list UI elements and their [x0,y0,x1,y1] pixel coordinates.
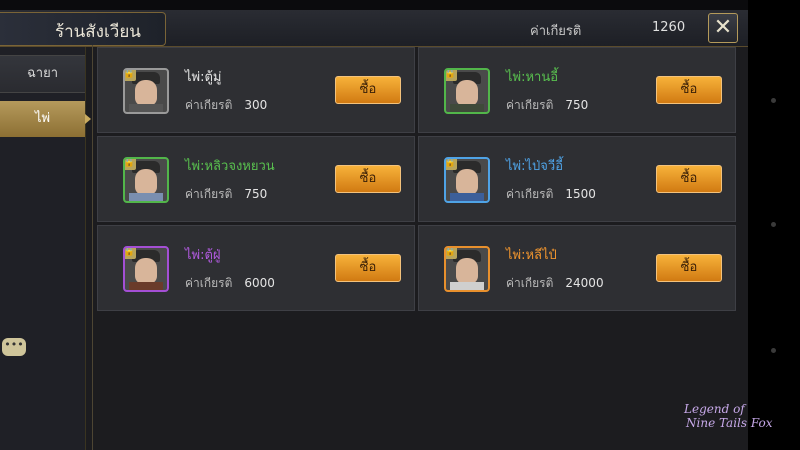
logo-line1: Legend of [684,402,745,416]
card-price-label: ค่าเกียรติ [506,187,554,201]
portrait-face [135,80,157,106]
game-logo: Legend of Nine Tails Fox [684,398,796,438]
portrait-robe [450,282,484,290]
shop-item-card: 🔒 ไพ่:หานอี้ ค่าเกียรติ 750 ซื้อ [418,47,736,133]
portrait-robe [129,282,163,290]
card-name: ไพ่:ไป่จวีอี้ [506,159,564,174]
tab-title[interactable]: ฉายา [0,55,85,93]
tab-cards-label: ไพ่ [34,111,51,126]
shop-item-card: 🔒 ไพ่:หลิวจงหยวน ค่าเกียรติ 750 ซื้อ [97,136,415,222]
card-portrait[interactable]: 🔒 [444,246,490,292]
shop-item-card: 🔒 ไพ่:ตู้ฝู่ ค่าเกียรติ 6000 ซื้อ [97,225,415,311]
card-price-row: ค่าเกียรติ 6000 [185,274,275,293]
tab-title-label: ฉายา [26,66,59,81]
portrait-face [456,80,478,106]
card-portrait[interactable]: 🔒 [123,246,169,292]
portrait-robe [129,104,163,112]
portrait-face [135,258,157,284]
portrait-face [135,169,157,195]
close-button[interactable]: ✕ [708,13,738,43]
card-name: ไพ่:หลีไป๋ [506,248,557,263]
tab-cards[interactable]: ไพ่ [0,101,91,137]
card-price: 750 [244,187,268,201]
portrait-face [456,258,478,284]
card-name: ไพ่:หานอี้ [506,70,559,85]
card-price-row: ค่าเกียรติ 24000 [506,274,604,293]
card-price-label: ค่าเกียรติ [185,187,233,201]
card-price: 6000 [244,276,275,290]
lock-icon: 🔒 [123,69,136,81]
buy-button[interactable]: ซื้อ [335,76,401,104]
card-price: 300 [244,98,268,112]
card-price-row: ค่าเกียรติ 750 [506,96,588,115]
card-price: 750 [565,98,589,112]
sidebar: ฉายา ไพ่ [0,47,91,450]
card-price-label: ค่าเกียรติ [506,276,554,290]
buy-button[interactable]: ซื้อ [656,165,722,193]
lock-icon: 🔒 [444,69,457,81]
nav-dot [771,348,776,353]
lock-icon: 🔒 [123,158,136,170]
card-price-label: ค่าเกียรติ [506,98,554,112]
card-portrait[interactable]: 🔒 [444,68,490,114]
card-name: ไพ่:ตู้ฝู่ [185,248,221,263]
chat-icon[interactable]: ••• [2,338,26,356]
prestige-value: 1260 [652,20,686,35]
buy-button[interactable]: ซื้อ [335,165,401,193]
portrait-robe [450,104,484,112]
game-screen: ร้านสังเวียน ค่าเกียรติ 1260 ✕ ฉายา ไพ่ … [0,0,748,450]
card-price-row: ค่าเกียรติ 300 [185,96,267,115]
card-price: 24000 [565,276,604,290]
card-portrait[interactable]: 🔒 [123,68,169,114]
nav-dot [771,222,776,227]
lock-icon: 🔒 [444,247,457,259]
card-price-row: ค่าเกียรติ 750 [185,185,267,204]
portrait-robe [450,193,484,201]
card-price-label: ค่าเกียรติ [185,98,233,112]
prestige-label: ค่าเกียรติ [530,24,582,39]
lock-icon: 🔒 [123,247,136,259]
buy-button[interactable]: ซื้อ [335,254,401,282]
card-name: ไพ่:ตู้มู่ [185,70,222,85]
shop-item-card: 🔒 ไพ่:หลีไป๋ ค่าเกียรติ 24000 ซื้อ [418,225,736,311]
portrait-robe [129,193,163,201]
buy-button[interactable]: ซื้อ [656,76,722,104]
card-name: ไพ่:หลิวจงหยวน [185,159,275,174]
close-icon: ✕ [713,15,733,40]
top-bar [0,0,748,10]
card-portrait[interactable]: 🔒 [444,157,490,203]
shop-title: ร้านสังเวียน [55,22,141,42]
buy-button[interactable]: ซื้อ [656,254,722,282]
card-price-label: ค่าเกียรติ [185,276,233,290]
card-price: 1500 [565,187,596,201]
nav-dot [771,98,776,103]
shop-item-card: 🔒 ไพ่:ไป่จวีอี้ ค่าเกียรติ 1500 ซื้อ [418,136,736,222]
card-price-row: ค่าเกียรติ 1500 [506,185,596,204]
card-portrait[interactable]: 🔒 [123,157,169,203]
shop-item-card: 🔒 ไพ่:ตู้มู่ ค่าเกียรติ 300 ซื้อ [97,47,415,133]
logo-line2: Nine Tails Fox [686,416,773,430]
lock-icon: 🔒 [444,158,457,170]
portrait-face [456,169,478,195]
